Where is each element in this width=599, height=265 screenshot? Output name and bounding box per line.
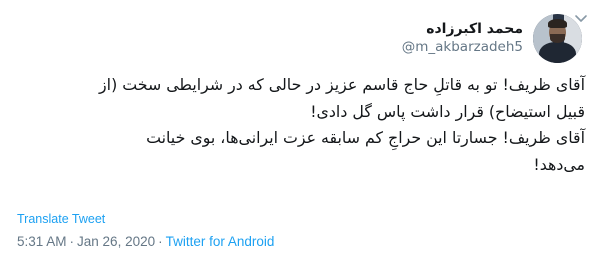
translate-tweet-link[interactable]: Translate Tweet bbox=[17, 212, 105, 226]
tweet-text-line: آقای ظریف! جسارتا این حراجِ کم سابقه عزت… bbox=[146, 128, 585, 147]
tweet-text-line: قبیل استیضاح) قرار داشت پاس گل دادی! bbox=[310, 101, 585, 121]
tweet-source-link[interactable]: Twitter for Android bbox=[166, 234, 275, 249]
tweet-date[interactable]: Jan 26, 2020 bbox=[77, 234, 155, 249]
tweet-card: محمد اکبرزاده @m_akbarzadeh5 آقای ظریف! … bbox=[0, 0, 599, 265]
meta-separator: · bbox=[69, 234, 75, 249]
tweet-text: آقای ظریف! تو به قاتلِ حاج قاسم عزیز در … bbox=[13, 72, 585, 178]
tweet-text-line: آقای ظریف! تو به قاتلِ حاج قاسم عزیز در … bbox=[99, 75, 585, 94]
author-names: محمد اکبرزاده @m_akbarzadeh5 bbox=[402, 20, 523, 57]
tweet-time[interactable]: 5:31 AM bbox=[17, 234, 67, 249]
tweet-text-line: می‌دهد! bbox=[533, 154, 585, 174]
author-handle[interactable]: @m_akbarzadeh5 bbox=[402, 38, 523, 57]
meta-separator: · bbox=[158, 234, 163, 249]
tweet-metadata: 5:31 AM · Jan 26, 2020 · Twitter for Android bbox=[17, 234, 274, 249]
tweet-author: محمد اکبرزاده @m_akbarzadeh5 bbox=[402, 14, 582, 63]
author-display-name[interactable]: محمد اکبرزاده bbox=[402, 20, 523, 38]
avatar[interactable] bbox=[533, 14, 582, 63]
